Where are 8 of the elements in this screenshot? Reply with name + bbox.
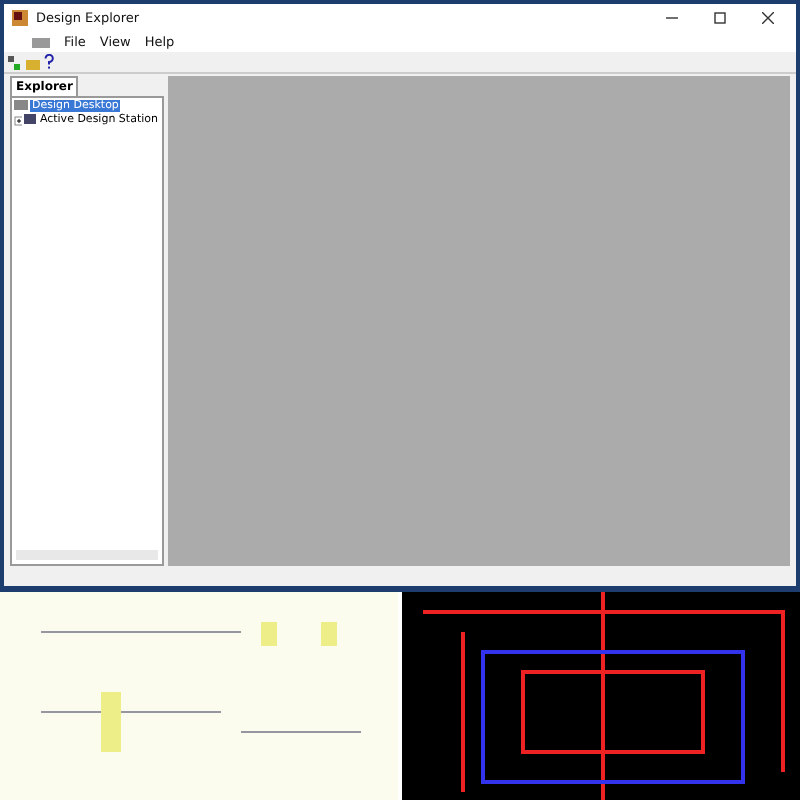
minimize-button[interactable] <box>666 12 678 24</box>
help-icon[interactable] <box>44 54 54 70</box>
close-button[interactable] <box>762 12 774 24</box>
computer-icon <box>24 114 36 126</box>
app-logo-icon <box>12 10 28 26</box>
desktop-icon <box>14 100 28 112</box>
maximize-button[interactable] <box>714 12 726 24</box>
expand-toggle[interactable] <box>14 115 23 125</box>
